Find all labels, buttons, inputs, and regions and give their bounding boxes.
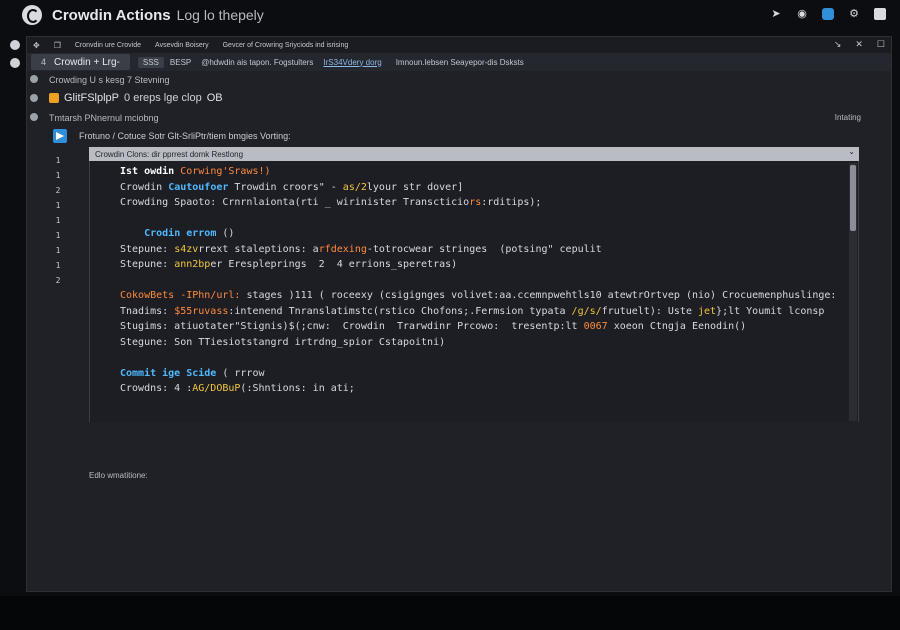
gutter-dot-icon[interactable] xyxy=(10,58,20,68)
description-row: Frotuno / Cotuce Sotr Glt-SrliPtr/tiem b… xyxy=(53,129,291,143)
tab-number: 4 xyxy=(41,57,47,67)
shrink-icon[interactable]: ↘ xyxy=(834,39,842,50)
tabbar: 4 Crowdin + Lrg- SSS BESP @hdwdin ais ta… xyxy=(27,53,891,71)
maximize-icon[interactable]: ☐ xyxy=(877,39,885,50)
menu-item[interactable]: Gevcer of Crowring Sriyciods ind isrisin… xyxy=(223,42,349,49)
header-actions: ➤ ◉ ⚙ xyxy=(770,8,886,20)
line-number: 1 xyxy=(55,231,61,240)
window-icon[interactable] xyxy=(874,8,886,20)
description-text: Frotuno / Cotuce Sotr Glt-SrliPtr/tiem b… xyxy=(79,131,291,141)
file-row[interactable]: GlitFSlplpP 0 еreps lge clop OB xyxy=(49,92,223,104)
line-number: 1 xyxy=(55,171,61,180)
tab-link[interactable]: IrS34Vdery dorg xyxy=(323,58,381,67)
tab-item[interactable]: Imnoun.lebsen Seayepor-dis Dsksts xyxy=(396,58,524,67)
footer-label: Edlo wmatitione: xyxy=(89,471,148,480)
row-icons xyxy=(27,75,41,132)
code-line: Ist owdin Corwing'Sraws!) xyxy=(120,166,271,177)
chat-icon[interactable] xyxy=(822,8,834,20)
copy-icon[interactable]: ❐ xyxy=(54,41,61,50)
move-icon[interactable]: ✥ xyxy=(33,41,40,50)
line-number: 1 xyxy=(55,246,61,255)
telegram-icon[interactable] xyxy=(53,129,67,143)
code-line: Crowding Spaoto: Crnrnlaionta(rti _ wiri… xyxy=(120,197,542,208)
code-line: Commit ige Scide ( rrrow xyxy=(120,367,265,379)
code-line: Crowdns: 4 :AG/DOBuP(:Shntions: in ati; xyxy=(120,383,355,394)
row-dot-icon[interactable] xyxy=(30,94,38,102)
code-line: Stepune: ann2bper Erespleprings 2 4 erri… xyxy=(120,259,458,270)
menu-item[interactable]: Cronvdin ure Crovide xyxy=(75,42,141,49)
line-number: 1 xyxy=(55,156,61,165)
row-dot-icon[interactable] xyxy=(30,113,38,121)
tab-label: Crowdin + Lrg- xyxy=(54,56,120,68)
tab-item[interactable]: BESP xyxy=(170,58,191,67)
code-line: Stugims: atiuotater"Stignis)$(;cnw: Crow… xyxy=(120,321,747,332)
file-detail: 0 еreps lge clop xyxy=(124,92,202,104)
code-line: Stepune: s4zvrrext staleptions: arfdexin… xyxy=(120,243,602,255)
send-icon[interactable]: ➤ xyxy=(770,8,782,20)
code-line: Crowdin Cautoufoer Trowdin croors" - as/… xyxy=(120,181,464,193)
menu-item[interactable]: Avsevdin Boisery xyxy=(155,42,209,49)
gutter-dot-icon[interactable] xyxy=(10,40,20,50)
status-line: Tmtarsh PNnernul mciobng xyxy=(49,113,159,123)
bottom-bar xyxy=(0,596,900,630)
file-badge-icon xyxy=(49,93,59,103)
app-subtitle: Log lo thepely xyxy=(176,7,264,23)
close-icon[interactable]: ✕ xyxy=(855,39,863,50)
outer-gutter xyxy=(6,36,24,76)
code-line: Tnadims: $55ruvass:intenend Tnranslatims… xyxy=(120,305,825,317)
code-line: Stegune: Son TTiesiotstangrd irtrdng_spi… xyxy=(120,336,446,348)
app-header: Crowdin Actions Log lo thepely ➤ ◉ ⚙ xyxy=(0,0,900,30)
editor-scrollbar[interactable] xyxy=(849,163,857,421)
row-dot-icon[interactable] xyxy=(30,75,38,83)
tab-active[interactable]: 4 Crowdin + Lrg- xyxy=(31,54,130,70)
status-right: Intating xyxy=(834,113,861,122)
file-suffix: OB xyxy=(206,92,223,104)
file-name: GlitFSlplpP xyxy=(64,92,120,104)
menubar: ✥ ❐ Cronvdin ure Crovide Avsevdin Boiser… xyxy=(27,37,891,53)
app-title: Crowdin Actions xyxy=(52,6,171,24)
editor-title: Crowdin Clons: dir pprrest domk Restlong xyxy=(95,149,244,159)
tab-chip[interactable]: SSS xyxy=(137,56,164,68)
scrollbar-thumb[interactable] xyxy=(850,165,856,231)
window-controls: ↘ ✕ ☐ xyxy=(834,39,885,50)
line-number: 2 xyxy=(55,186,61,195)
line-number: 1 xyxy=(55,216,61,225)
breadcrumb: Crowding U s kesg 7 Stevning xyxy=(49,75,170,85)
editor-window: ✥ ❐ Cronvdin ure Crovide Avsevdin Boiser… xyxy=(26,36,892,592)
chevron-down-icon[interactable]: ⌄ xyxy=(848,147,855,156)
code-editor[interactable]: Crowdin Clons: dir pprrest domk Restlong… xyxy=(89,147,859,422)
line-number: 2 xyxy=(55,276,61,285)
code-content[interactable]: Ist owdin Corwing'Sraws!) Crowdin Cautouf… xyxy=(90,161,858,397)
settings-icon[interactable]: ⚙ xyxy=(848,8,860,20)
code-line: Crodin errom () xyxy=(144,228,235,239)
record-icon[interactable]: ◉ xyxy=(796,8,808,20)
editor-header[interactable]: Crowdin Clons: dir pprrest domk Restlong… xyxy=(89,147,859,161)
crowdin-logo-icon xyxy=(22,5,42,25)
line-numbers: 1 1 2 1 1 1 1 1 2 xyxy=(53,153,63,288)
tab-item[interactable]: @hdwdin ais tapon. Fogstulters xyxy=(201,58,313,67)
code-line: CokowBets -IPhn/url: stages )111 ( rocee… xyxy=(120,290,837,301)
editor-body[interactable]: Ist owdin Corwing'Sraws!) Crowdin Cautouf… xyxy=(89,161,859,422)
line-number: 1 xyxy=(55,261,61,270)
line-number: 1 xyxy=(55,201,61,210)
